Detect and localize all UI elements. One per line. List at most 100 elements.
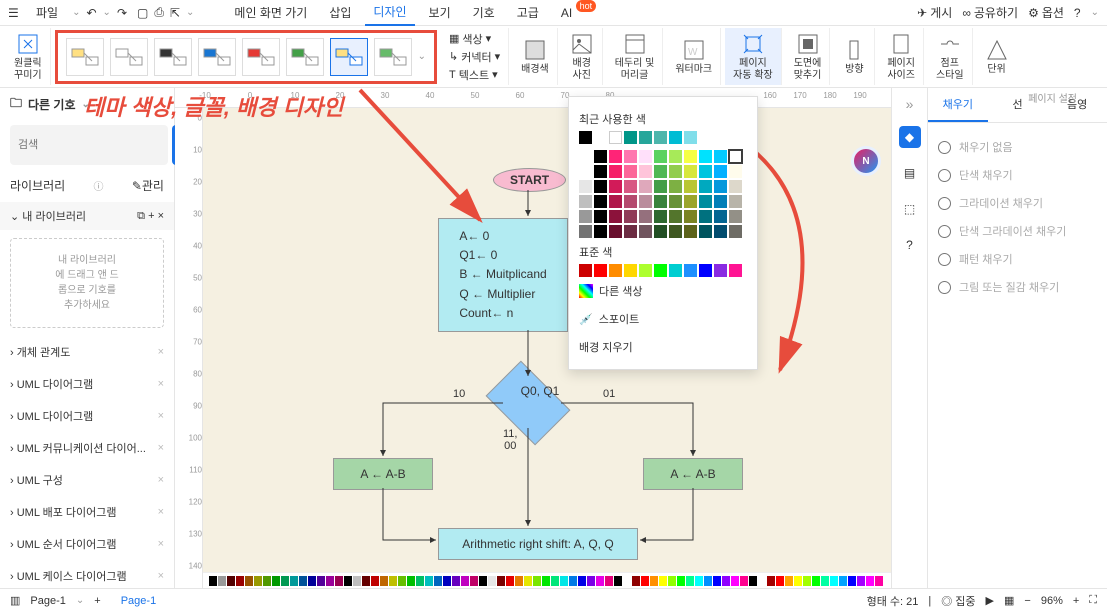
menu-home[interactable]: 메인 화면 가기 [226,0,315,25]
theme-2[interactable] [110,38,148,76]
color-swatch[interactable] [729,225,742,238]
color-swatch[interactable] [639,150,652,163]
color-swatch[interactable] [609,210,622,223]
color-swatch[interactable] [654,225,667,238]
color-swatch[interactable] [699,195,712,208]
color-swatch[interactable] [624,180,637,193]
color-swatch[interactable] [654,264,667,277]
my-library-section[interactable]: ⌄ 내 라이브러리 ⧉ + × [0,202,174,230]
theme-more[interactable]: ⌄ [418,51,426,62]
color-swatch[interactable] [639,225,652,238]
menu-file[interactable]: 파일 [28,0,66,25]
help-tool-icon[interactable]: ? [899,234,921,256]
color-swatch[interactable] [729,195,742,208]
close-icon[interactable]: × [158,210,164,222]
color-swatch[interactable] [579,165,592,178]
app-menu-icon[interactable]: ☰ [8,6,22,20]
color-swatch[interactable] [639,264,652,277]
page-name[interactable]: Page-1 [111,592,166,610]
theme-1[interactable] [66,38,104,76]
menu-advanced[interactable]: 고급 [509,0,547,25]
color-swatch[interactable] [669,165,682,178]
init-block[interactable]: A← 0 Q1← 0 B ← Muitplicand Q ← Multiplie… [438,218,568,332]
color-swatch[interactable] [684,180,697,193]
theme-7-selected[interactable] [330,38,368,76]
bg-image-button[interactable]: 배경 사진 [562,28,603,85]
grid-icon[interactable]: ▦ [1004,594,1014,607]
color-swatch[interactable] [594,180,607,193]
page-tab[interactable]: Page-1 [30,595,65,607]
lib-item[interactable]: › UML 다이어그램× [0,400,174,432]
color-swatch[interactable] [684,150,697,163]
color-swatch[interactable] [669,264,682,277]
oneclick-decorate[interactable]: 원클릭 꾸미기 [6,28,51,85]
color-swatch[interactable] [654,195,667,208]
color-swatch[interactable] [579,180,592,193]
color-swatch[interactable] [714,180,727,193]
color-swatch[interactable] [594,131,607,144]
color-swatch[interactable] [579,131,592,144]
layer-tool-icon[interactable]: ⬚ [899,198,921,220]
help-icon[interactable]: ? [1074,6,1081,20]
theme-4[interactable] [198,38,236,76]
color-swatch[interactable] [624,225,637,238]
color-swatch[interactable] [669,195,682,208]
color-quick-strip[interactable] [203,572,891,588]
color-swatch[interactable] [609,131,622,144]
expand-right-icon[interactable]: » [906,96,914,112]
color-swatch[interactable] [579,210,592,223]
add-icon[interactable]: + [148,210,154,222]
file-chevron[interactable]: ⌄ [72,7,80,18]
fill-solid[interactable]: 단색 채우기 [938,161,1097,189]
color-swatch[interactable] [684,225,697,238]
redo-icon[interactable]: ↷ [117,6,127,20]
publish-button[interactable]: ✈ 게시 [917,4,952,21]
fill-none[interactable]: 채우기 없음 [938,133,1097,161]
color-swatch[interactable] [639,180,652,193]
color-swatch[interactable] [594,264,607,277]
color-swatch[interactable] [609,195,622,208]
lib-item[interactable]: › UML 구성× [0,464,174,496]
color-swatch[interactable] [639,210,652,223]
color-swatch[interactable] [594,195,607,208]
direction-button[interactable]: 방향 [834,28,875,85]
color-swatch[interactable] [699,180,712,193]
color-swatch[interactable] [654,180,667,193]
color-swatch[interactable] [624,195,637,208]
library-drop-zone[interactable]: 내 라이브러리 에 드래그 앤 드 롭으로 기호를 추가하세요 [10,238,164,328]
undo-icon[interactable]: ↶ [86,6,96,20]
add-page-button[interactable]: + [94,595,100,607]
presentation-icon[interactable]: ▶ [986,594,994,607]
zoom-out[interactable]: − [1024,595,1030,607]
fill-tool-icon[interactable]: ◆ [899,126,921,148]
color-swatch[interactable] [654,150,667,163]
color-swatch[interactable] [594,225,607,238]
color-swatch[interactable] [594,210,607,223]
border-header-button[interactable]: 테두리 및 머리글 [607,28,664,85]
tab-fill[interactable]: 채우기 [928,88,988,122]
theme-color-opt[interactable]: ▦ 색상▾ [449,31,500,47]
color-swatch[interactable] [669,150,682,163]
decision-node[interactable]: Q0, Q1 [493,378,563,428]
color-swatch[interactable] [639,131,652,144]
theme-connector-opt[interactable]: ↳ 커넥터▾ [449,49,500,65]
color-swatch[interactable] [654,131,667,144]
color-swatch[interactable] [684,210,697,223]
color-swatch[interactable] [624,131,637,144]
menu-symbol[interactable]: 기호 [465,0,503,25]
share-button[interactable]: ∞ 공유하기 [962,4,1018,21]
eyedropper-button[interactable]: 💉스포이트 [579,305,747,333]
color-swatch[interactable] [639,195,652,208]
color-swatch[interactable] [579,225,592,238]
jump-style-button[interactable]: 점프 스타일 [928,28,973,85]
color-swatch[interactable] [669,180,682,193]
color-swatch[interactable] [729,150,742,163]
fill-solid-gradient[interactable]: 단색 그라데이션 채우기 [938,217,1097,245]
print-icon[interactable]: ⎙ [154,5,164,20]
fill-gradient[interactable]: 그라데이션 채우기 [938,189,1097,217]
zoom-in[interactable]: + [1073,595,1079,607]
color-swatch[interactable] [639,165,652,178]
color-swatch[interactable] [729,210,742,223]
color-swatch[interactable] [684,165,697,178]
menu-insert[interactable]: 삽입 [321,0,359,25]
